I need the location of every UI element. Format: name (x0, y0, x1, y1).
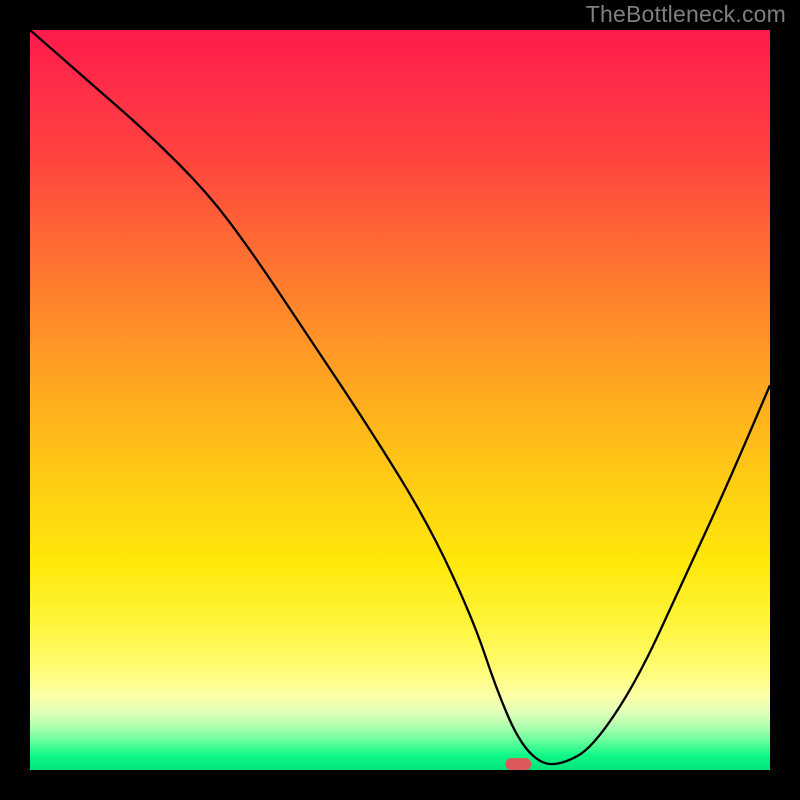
plot-area (30, 30, 770, 770)
curve-layer (30, 30, 770, 770)
optimum-marker (505, 758, 531, 770)
chart-frame: TheBottleneck.com (0, 0, 800, 800)
watermark-text: TheBottleneck.com (586, 1, 786, 28)
bottleneck-curve (30, 30, 770, 764)
